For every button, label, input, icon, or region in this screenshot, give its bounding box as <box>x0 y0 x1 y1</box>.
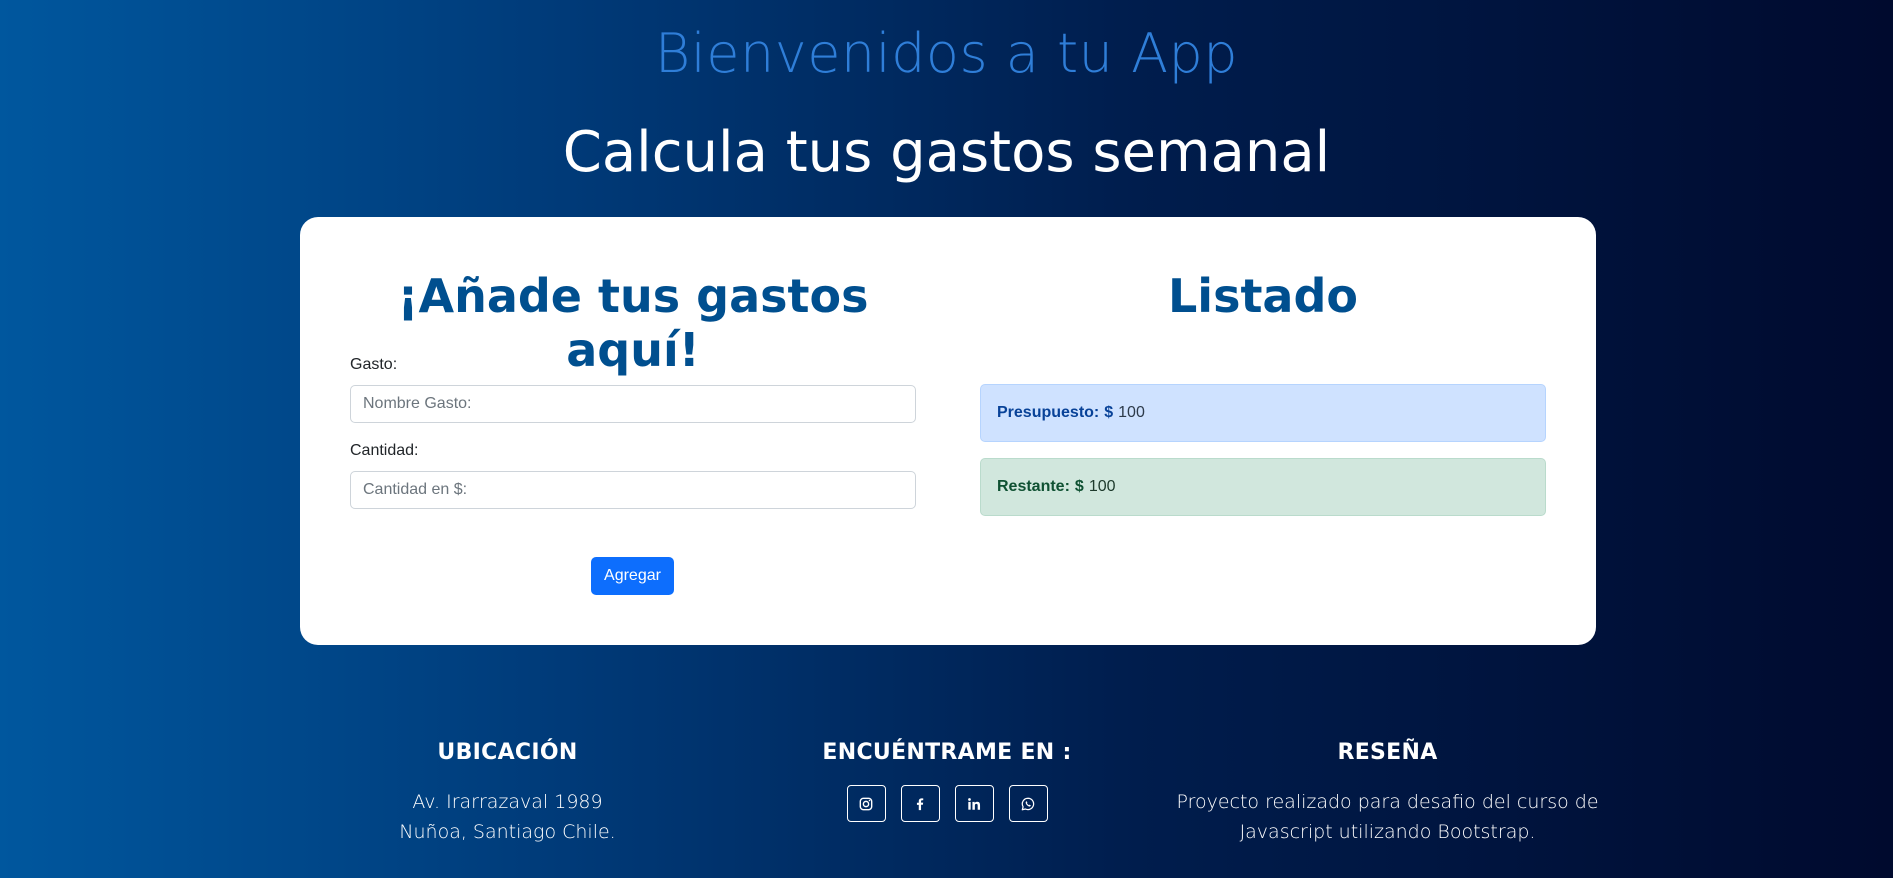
facebook-button[interactable] <box>900 785 940 822</box>
social-links <box>797 785 1097 822</box>
review-title: RESEÑA <box>1337 740 1438 765</box>
footer-review: RESEÑA Proyecto realizado para desafio d… <box>1175 740 1600 847</box>
whatsapp-button[interactable] <box>1008 785 1048 822</box>
linkedin-button[interactable] <box>954 785 994 822</box>
expense-name-input[interactable] <box>350 385 916 423</box>
welcome-heading: Bienvenidos a tu App <box>654 22 1239 85</box>
linkedin-icon <box>968 797 981 810</box>
location-title: UBICACIÓN <box>437 740 578 765</box>
footer-location: UBICACIÓN Av. Irarrazaval 1989 Nuñoa, Sa… <box>380 740 635 847</box>
page-subtitle: Calcula tus gastos semanal <box>562 120 1331 185</box>
list-title: Listado <box>1167 269 1359 323</box>
remaining-value: 100 <box>1088 478 1116 495</box>
budget-value: 100 <box>1118 404 1145 421</box>
instagram-button[interactable] <box>846 785 886 822</box>
main-card: ¡Añade tus gastos aquí! Gasto: Cantidad:… <box>300 217 1596 645</box>
location-line-1: Av. Irarrazaval 1989 <box>412 791 603 813</box>
review-line-1: Proyecto realizado para desafio del curs… <box>1176 791 1599 813</box>
amount-label: Cantidad: <box>350 442 419 459</box>
footer-social: ENCUÉNTRAME EN : <box>797 740 1097 822</box>
instagram-icon <box>859 797 873 810</box>
review-line-2: Javascript utilizando Bootstrap. <box>1239 821 1536 843</box>
location-line-2: Nuñoa, Santiago Chile. <box>399 821 616 843</box>
remaining-currency: $ <box>1074 478 1084 495</box>
social-title: ENCUÉNTRAME EN : <box>822 740 1072 765</box>
remaining-label: Restante: <box>997 478 1070 495</box>
expense-label: Gasto: <box>350 356 398 373</box>
facebook-icon <box>916 797 924 810</box>
add-expense-button[interactable]: Agregar <box>591 557 674 595</box>
budget-label: Presupuesto: <box>997 404 1100 421</box>
remaining-alert: Restante: $ 100 <box>980 458 1546 516</box>
amount-input[interactable] <box>350 471 916 509</box>
budget-alert: Presupuesto: $ 100 <box>980 384 1546 442</box>
whatsapp-icon <box>1021 797 1035 810</box>
budget-currency: $ <box>1104 404 1114 421</box>
form-title: ¡Añade tus gastos aquí! <box>397 269 869 377</box>
